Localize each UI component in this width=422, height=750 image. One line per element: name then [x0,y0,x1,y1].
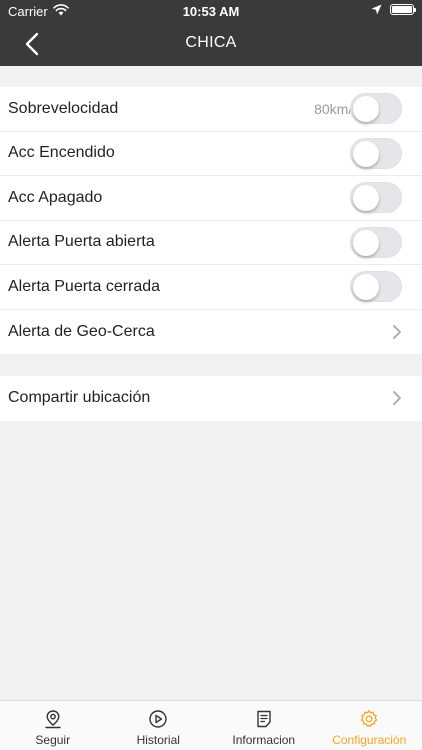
toggle-knob [353,185,379,212]
setting-row-acc-on[interactable]: Acc Encendido [0,132,422,176]
tab-bar: Seguir Historial Informacion Configuraci… [0,700,422,750]
tab-label: Configuración [332,733,407,747]
document-icon [257,710,271,728]
tab-label: Seguir [35,733,71,747]
setting-label: Compartir ubicación [8,389,151,407]
status-indicators [371,4,416,15]
share-settings-group: Compartir ubicación [0,376,422,421]
tab-seguir[interactable]: Seguir [0,701,106,750]
tab-label: Historial [136,733,180,747]
status-time: 10:53 AM [182,4,240,19]
toggle-knob [353,274,379,301]
tab-label: Informacion [232,733,296,747]
toggle-knob [353,140,379,167]
overspeed-toggle[interactable] [350,93,402,125]
setting-label: Alerta Puerta abierta [8,233,155,251]
tab-informacion[interactable]: Informacion [211,701,317,750]
status-bar: Carrier 10:53 AM [0,0,422,22]
toggle-knob [353,96,379,123]
screen: Carrier 10:53 AM CHICA Sobrevelocidad 80… [0,0,422,750]
setting-label: Alerta de Geo-Cerca [8,322,155,340]
battery-icon [390,4,416,15]
toggle-knob [353,229,379,256]
setting-label: Alerta Puerta cerrada [8,277,161,295]
chevron-right-icon [392,324,402,340]
nav-bar: CHICA [0,22,422,66]
location-arrow-icon [371,4,382,15]
setting-row-share-location[interactable]: Compartir ubicación [0,376,422,421]
setting-row-door-open[interactable]: Alerta Puerta abierta [0,221,422,265]
tab-configuracion[interactable]: Configuración [317,701,422,750]
setting-label: Sobrevelocidad [8,99,119,117]
setting-row-acc-off[interactable]: Acc Apagado [0,176,422,221]
acc-off-toggle[interactable] [350,182,402,214]
door-open-toggle[interactable] [350,226,402,258]
acc-on-toggle[interactable] [350,137,402,169]
setting-label: Acc Apagado [8,188,103,206]
page-title: CHICA [185,34,237,51]
setting-row-geofence[interactable]: Alerta de Geo-Cerca [0,310,422,355]
alerts-settings-group: Sobrevelocidad 80km/h Acc Encendido Acc … [0,87,422,354]
tab-historial[interactable]: Historial [106,701,212,750]
chevron-right-icon [392,390,402,406]
location-pin-icon [45,710,61,729]
door-closed-toggle[interactable] [350,271,402,303]
gear-icon [361,710,378,727]
setting-row-door-closed[interactable]: Alerta Puerta cerrada [0,265,422,310]
header: Carrier 10:53 AM CHICA [0,0,422,66]
setting-row-overspeed[interactable]: Sobrevelocidad 80km/h [0,87,422,132]
play-circle-icon [149,710,167,728]
setting-label: Acc Encendido [8,144,115,162]
